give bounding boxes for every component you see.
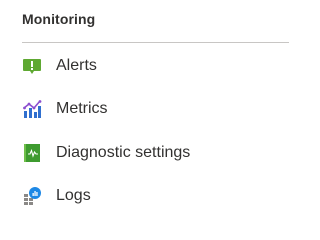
nav-item-alerts[interactable]: Alerts (22, 53, 292, 79)
section-title: Monitoring (22, 11, 96, 27)
logs-icon (22, 186, 42, 206)
nav-label-alerts: Alerts (56, 57, 97, 74)
section-divider (22, 42, 289, 43)
metrics-icon (22, 99, 42, 119)
diagnostic-settings-icon (22, 143, 42, 163)
nav-item-diagnostic-settings[interactable]: Diagnostic settings (22, 140, 292, 166)
nav-label-diagnostic-settings: Diagnostic settings (56, 144, 191, 161)
alerts-icon (22, 56, 42, 76)
nav-item-metrics[interactable]: Metrics (22, 96, 292, 122)
nav-label-metrics: Metrics (56, 100, 108, 117)
nav-item-logs[interactable]: Logs (22, 183, 292, 209)
nav-label-logs: Logs (56, 187, 91, 204)
